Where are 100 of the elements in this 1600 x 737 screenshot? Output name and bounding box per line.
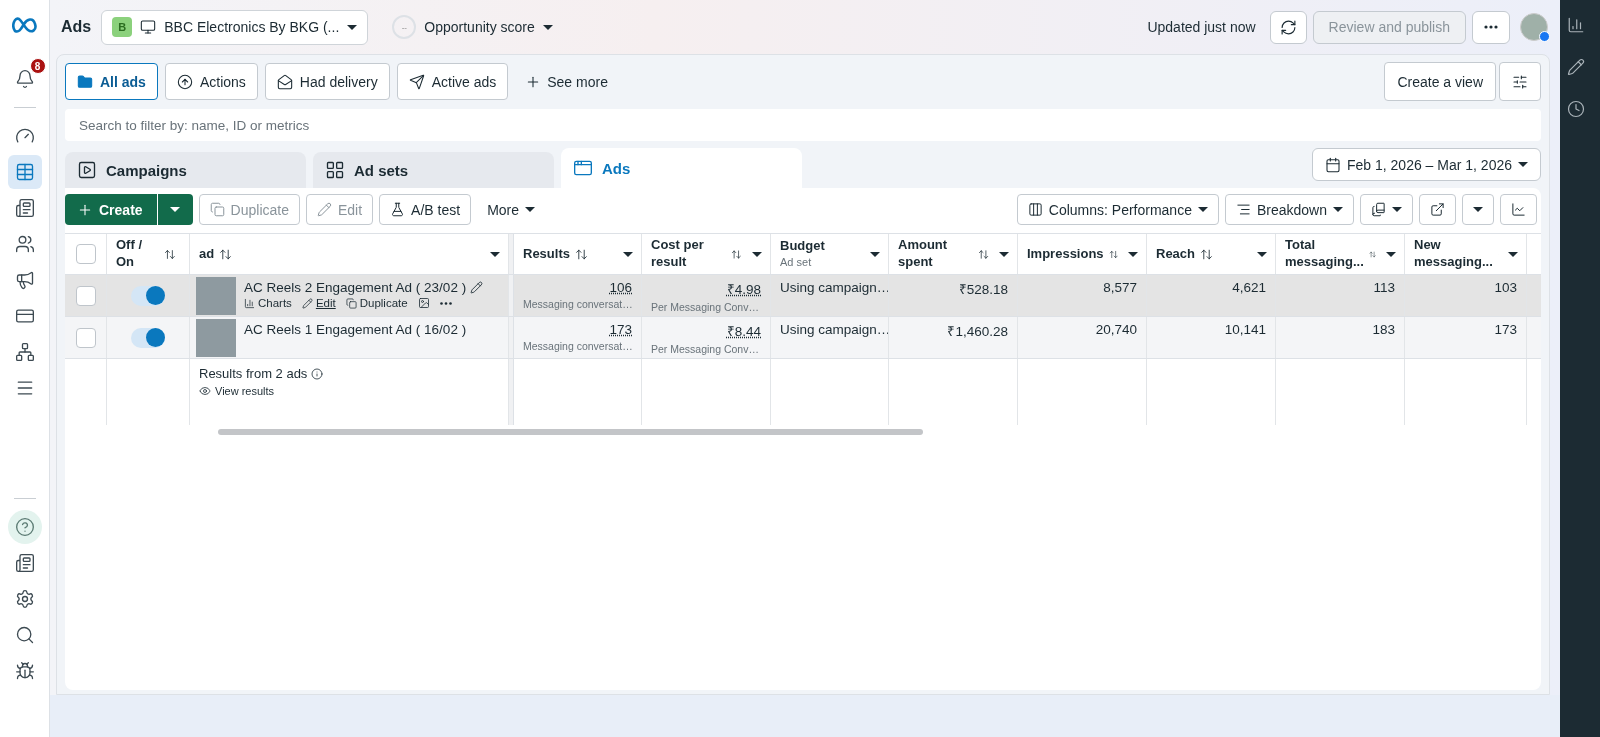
- toggle-switch[interactable]: [131, 285, 165, 306]
- column-header[interactable]: Total messaging...: [1276, 234, 1405, 274]
- logo-icon[interactable]: [11, 16, 38, 34]
- column-header[interactable]: New messaging...: [1405, 234, 1527, 274]
- column-header[interactable]: Results: [514, 234, 642, 274]
- more-icon: [439, 301, 452, 305]
- help-button[interactable]: [7, 510, 42, 544]
- more-menu-button[interactable]: More: [477, 194, 546, 225]
- megaphone-icon: [14, 270, 35, 290]
- sort-icon: [1200, 247, 1214, 261]
- checkbox[interactable]: [75, 285, 96, 306]
- ad-name[interactable]: AC Reels 2 Engagement Ad ( 23/02 ): [244, 280, 467, 295]
- level-tab[interactable]: Ads: [561, 148, 802, 188]
- newspaper-icon: [14, 198, 35, 218]
- columns-icon: [1027, 202, 1043, 217]
- cost-value[interactable]: ₹8.44: [726, 322, 761, 340]
- sliders-icon: [1512, 73, 1528, 90]
- more-icon: [1484, 25, 1498, 29]
- column-header[interactable]: Impressions: [1018, 234, 1147, 274]
- level-tab[interactable]: Campaigns: [65, 152, 306, 188]
- flask-icon: [390, 202, 406, 217]
- table-icon: [14, 162, 35, 182]
- chart-button[interactable]: [1500, 194, 1537, 225]
- row-action-link[interactable]: Duplicate: [345, 297, 408, 309]
- column-label: Budget Ad set: [780, 238, 825, 270]
- pencil-icon: [301, 297, 313, 309]
- caret-icon: [1508, 251, 1518, 257]
- account-selector[interactable]: B BBC Electronics By BKG (...: [101, 9, 369, 45]
- see-more-button[interactable]: See more: [515, 63, 618, 100]
- settings-icon: [14, 589, 35, 609]
- nav-button[interactable]: [7, 155, 42, 189]
- avatar[interactable]: [1520, 13, 1548, 41]
- caret-icon: [1333, 207, 1343, 212]
- cost-value[interactable]: ₹4.98: [726, 280, 761, 298]
- date-range-picker[interactable]: Feb 1, 2026 – Mar 1, 2026: [1312, 148, 1541, 181]
- caret-icon: [170, 207, 181, 212]
- create-button[interactable]: Create: [65, 194, 157, 225]
- ad-name[interactable]: AC Reels 1 Engagement Ad ( 16/02 ): [244, 322, 467, 337]
- view-results-link[interactable]: View results: [199, 385, 499, 397]
- copy-icon: [209, 202, 225, 217]
- table-row[interactable]: AC Reels 2 Engagement Ad ( 23/02 ) Charts Edit Duplicate 106 Messaging conversat… ₹4.98 Per Messaging Conv… Using campaign… ₹528.18 8,577 4,621 113 103: [65, 275, 1541, 317]
- cost-type: Per Messaging Conv…: [651, 343, 760, 355]
- updated-status: Updated just now: [1147, 19, 1256, 35]
- bar-chart-icon: [244, 297, 255, 309]
- caret-icon: [1257, 251, 1267, 257]
- caret-icon: [1386, 251, 1396, 257]
- bar-chart-icon: [1567, 16, 1585, 34]
- page-title: Ads: [61, 18, 92, 36]
- row-action-link[interactable]: Charts: [244, 297, 292, 309]
- table-row[interactable]: AC Reels 1 Engagement Ad ( 16/02 ) 173 Messaging conversat… ₹8.44 Per Messaging Conv… Using campaign… ₹1,460.28 20,740 10,141 183 173: [65, 317, 1541, 359]
- breakdown-button[interactable]: Breakdown: [1224, 194, 1354, 225]
- column-header[interactable]: Off / On: [107, 234, 190, 274]
- settings-button[interactable]: [1499, 62, 1541, 101]
- column-header[interactable]: Budget Ad set: [771, 234, 889, 274]
- create-view-button[interactable]: Create a view: [1384, 62, 1496, 101]
- level-tab[interactable]: Ad sets: [313, 152, 554, 188]
- columns-button[interactable]: Columns: Performance: [1016, 194, 1219, 225]
- filter-button[interactable]: Actions: [164, 63, 258, 100]
- caret-icon: [752, 251, 762, 257]
- account-initial: B: [112, 17, 133, 37]
- results-value[interactable]: 106: [609, 280, 632, 295]
- scrollbar-thumb[interactable]: [218, 429, 923, 435]
- column-header[interactable]: Reach: [1147, 234, 1276, 274]
- score-ring: --: [392, 15, 417, 39]
- photo-placeholder: [196, 277, 236, 315]
- more-button[interactable]: [1472, 10, 1510, 44]
- opportunity-score-button[interactable]: -- Opportunity score: [386, 14, 559, 40]
- column-label: Total messaging...: [1285, 237, 1364, 271]
- create-menu-button[interactable]: [157, 194, 193, 225]
- filter-button[interactable]: Had delivery: [264, 63, 390, 100]
- refresh-button[interactable]: [1269, 10, 1307, 44]
- notification-badge: 8: [29, 58, 46, 74]
- column-label: New messaging...: [1414, 237, 1493, 271]
- filter-button[interactable]: Active ads: [396, 63, 509, 100]
- budget-value: Using campaign…: [780, 322, 888, 337]
- search-field[interactable]: Search to filter by: name, ID or metrics: [65, 109, 1541, 141]
- column-header[interactable]: Amount spent: [889, 234, 1018, 274]
- column-label: Cost per result: [651, 237, 705, 271]
- reports-button[interactable]: [1360, 194, 1413, 225]
- ab-test-button[interactable]: A/B test: [379, 194, 472, 225]
- export-menu-button[interactable]: [1462, 194, 1494, 225]
- export-button[interactable]: [1419, 194, 1456, 225]
- total-messaging-value: 183: [1372, 322, 1395, 337]
- filter-button[interactable]: All ads: [65, 63, 158, 100]
- checkbox[interactable]: [75, 244, 96, 264]
- row-action-link[interactable]: Edit: [301, 297, 336, 309]
- reach-value: 10,141: [1224, 322, 1266, 337]
- people-icon: [14, 234, 35, 254]
- column-header[interactable]: Cost per result: [642, 234, 771, 274]
- window-icon: [573, 158, 593, 178]
- results-value[interactable]: 173: [609, 322, 632, 337]
- new-messaging-value: 103: [1494, 280, 1517, 295]
- reach-value: 4,621: [1232, 280, 1266, 295]
- column-label: Impressions: [1027, 245, 1104, 263]
- caret-icon: [490, 251, 500, 257]
- checkbox[interactable]: [75, 327, 96, 348]
- toggle-switch[interactable]: [131, 327, 165, 348]
- line-chart-icon: [1511, 202, 1526, 217]
- budget-value: Using campaign…: [780, 280, 888, 295]
- column-label: ad: [199, 245, 215, 263]
